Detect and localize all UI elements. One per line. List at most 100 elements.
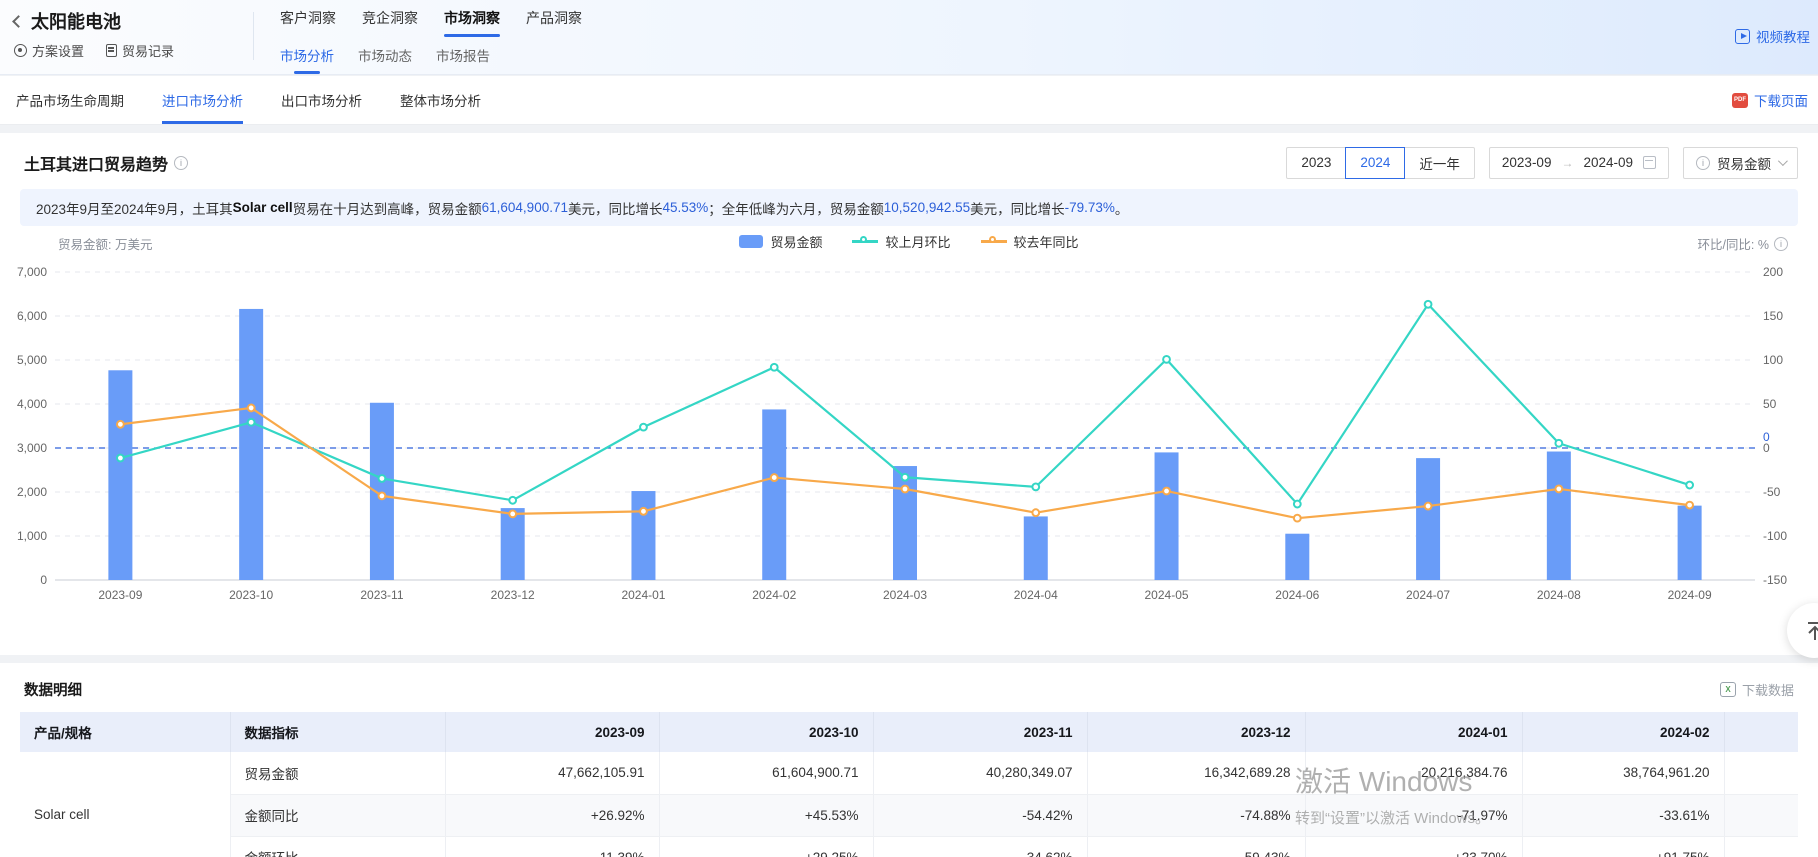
market-analysis-nav: 产品市场生命周期进口市场分析出口市场分析整体市场分析 PDF 下载页面 xyxy=(0,76,1818,125)
download-page-link[interactable]: PDF 下载页面 xyxy=(1732,76,1808,124)
summary-segment: 贸易在十月达到高峰，贸易金额 xyxy=(293,198,482,218)
top-header: 太阳能电池 方案设置 贸易记录 客户洞察竞企洞察市场洞察产品洞察 市场分析市场动… xyxy=(0,0,1818,75)
main-tabs: 客户洞察竞企洞察市场洞察产品洞察 xyxy=(280,8,582,37)
arrow-right-icon: → xyxy=(1561,156,1573,170)
divider xyxy=(253,12,254,60)
nav-item-3[interactable]: 整体市场分析 xyxy=(400,76,481,124)
year-button-2023[interactable]: 2023 xyxy=(1286,147,1346,179)
table-cell: 20,216,384.76 xyxy=(1305,752,1522,794)
table-cell: 61,604,900.71 xyxy=(659,752,873,794)
svg-text:6,000: 6,000 xyxy=(17,309,47,323)
table-header-cell: 产品/规格 xyxy=(20,712,230,752)
video-tutorial-link[interactable]: 视频教程 xyxy=(1735,26,1810,46)
svg-text:2024-03: 2024-03 xyxy=(883,588,927,602)
summary-segment: 2023年9月至2024年9月，土耳其 xyxy=(36,198,233,218)
date-to: 2024-09 xyxy=(1583,155,1633,170)
legend-label: 贸易金额 xyxy=(770,232,822,251)
trade-trend-chart[interactable]: 01,0002,0003,0004,0005,0006,0007,000-150… xyxy=(0,254,1818,604)
table-cell: -34.62% xyxy=(873,836,1087,857)
trend-card: 土耳其进口贸易趋势 i 20232024近一年 2023-09 → 2024-0… xyxy=(0,133,1818,655)
svg-text:200: 200 xyxy=(1763,265,1783,279)
svg-text:0: 0 xyxy=(40,573,47,587)
main-tab-2[interactable]: 市场洞察 xyxy=(444,8,500,37)
year-button-2024[interactable]: 2024 xyxy=(1345,147,1405,179)
sub-tab-2[interactable]: 市场报告 xyxy=(436,45,490,74)
page-title: 太阳能电池 xyxy=(31,8,121,34)
summary-banner: 2023年9月至2024年9月，土耳其Solar cell贸易在十月达到高峰，贸… xyxy=(20,189,1798,226)
table-cell: 47,662,105.91 xyxy=(445,752,659,794)
svg-text:2024-01: 2024-01 xyxy=(621,588,665,602)
detail-title: 数据明细 xyxy=(24,679,82,700)
date-range-picker[interactable]: 2023-09 → 2024-09 xyxy=(1489,147,1669,179)
table-cell: -59.43% xyxy=(1087,836,1305,857)
table-cell: 40,280,349.07 xyxy=(873,752,1087,794)
chart-legend: 贸易金额 较上月环比 较去年同比 xyxy=(0,232,1818,251)
trade-records-label: 贸易记录 xyxy=(122,41,174,60)
year-button-group: 20232024近一年 xyxy=(1286,147,1475,179)
svg-text:2023-12: 2023-12 xyxy=(491,588,535,602)
table-header-cell: 2024-01 xyxy=(1305,712,1522,752)
svg-text:2024-05: 2024-05 xyxy=(1145,588,1189,602)
page: 太阳能电池 方案设置 贸易记录 客户洞察竞企洞察市场洞察产品洞察 市场分析市场动… xyxy=(0,0,1818,857)
svg-text:2024-07: 2024-07 xyxy=(1406,588,1450,602)
bar-swatch xyxy=(739,235,763,248)
sub-tab-0[interactable]: 市场分析 xyxy=(280,45,334,74)
summary-segment: 61,604,900.71 xyxy=(482,200,568,215)
svg-text:1,000: 1,000 xyxy=(17,529,47,543)
back-icon[interactable] xyxy=(12,15,25,28)
table-header-cell: 2024-02 xyxy=(1522,712,1724,752)
info-icon[interactable]: i xyxy=(1774,237,1788,251)
svg-text:2024-02: 2024-02 xyxy=(752,588,796,602)
summary-segment: 美元，同比增长 xyxy=(568,198,663,218)
svg-text:2024-06: 2024-06 xyxy=(1275,588,1319,602)
target-icon xyxy=(14,44,27,57)
calendar-icon xyxy=(1643,156,1656,169)
main-tab-3[interactable]: 产品洞察 xyxy=(526,8,582,37)
svg-text:7,000: 7,000 xyxy=(17,265,47,279)
summary-segment: 45.53% xyxy=(662,200,708,215)
svg-text:5,000: 5,000 xyxy=(17,353,47,367)
legend-item-1[interactable]: 较上月环比 xyxy=(852,232,950,251)
table-cell: 38,764,961.20 xyxy=(1522,752,1724,794)
svg-text:100: 100 xyxy=(1763,353,1783,367)
scheme-settings-link[interactable]: 方案设置 xyxy=(14,41,84,60)
nav-item-1[interactable]: 进口市场分析 xyxy=(162,76,243,124)
main-tab-1[interactable]: 竞企洞察 xyxy=(362,8,418,37)
sub-tabs: 市场分析市场动态市场报告 xyxy=(280,45,582,74)
line-swatch xyxy=(981,240,1007,243)
nav-item-0[interactable]: 产品市场生命周期 xyxy=(16,76,124,124)
legend-item-2[interactable]: 较去年同比 xyxy=(981,232,1079,251)
table-cell: +29.25% xyxy=(659,836,873,857)
table-row: 金额环比-11.39%+29.25%-34.62%-59.43%+23.70%+… xyxy=(20,836,1798,857)
summary-segment: Solar cell xyxy=(233,200,293,215)
svg-text:-50: -50 xyxy=(1763,485,1781,499)
sub-tab-1[interactable]: 市场动态 xyxy=(358,45,412,74)
table-cell: 16,342,689.28 xyxy=(1087,752,1305,794)
svg-text:150: 150 xyxy=(1763,309,1783,323)
pdf-icon: PDF xyxy=(1732,93,1748,108)
download-data-link[interactable]: X 下载数据 xyxy=(1720,680,1794,699)
info-icon: i xyxy=(1696,156,1710,170)
main-tab-0[interactable]: 客户洞察 xyxy=(280,8,336,37)
svg-text:2023-09: 2023-09 xyxy=(98,588,142,602)
year-button-近一年[interactable]: 近一年 xyxy=(1404,147,1475,179)
nav-item-2[interactable]: 出口市场分析 xyxy=(281,76,362,124)
back-to-top-icon xyxy=(1804,620,1818,642)
svg-text:50: 50 xyxy=(1763,397,1777,411)
indicator-cell: 金额环比 xyxy=(230,836,445,857)
info-icon[interactable]: i xyxy=(174,156,188,170)
summary-segment: 10,520,942.55 xyxy=(884,200,970,215)
table-row: Solar cell贸易金额47,662,105.9161,604,900.71… xyxy=(20,752,1798,794)
table-header-cell: 2023-11 xyxy=(873,712,1087,752)
table-header-cell: 2023-12 xyxy=(1087,712,1305,752)
table-cell: -33.61% xyxy=(1522,794,1724,836)
table-cell: -71.97% xyxy=(1305,794,1522,836)
document-icon xyxy=(106,44,117,57)
scheme-settings-label: 方案设置 xyxy=(32,41,84,60)
legend-item-0[interactable]: 贸易金额 xyxy=(739,232,822,251)
excel-icon: X xyxy=(1720,682,1736,697)
trade-records-link[interactable]: 贸易记录 xyxy=(106,41,174,60)
metric-select[interactable]: i 贸易金额 xyxy=(1683,147,1798,179)
play-icon xyxy=(1735,29,1750,44)
summary-segment: 美元，同比增长 xyxy=(970,198,1065,218)
